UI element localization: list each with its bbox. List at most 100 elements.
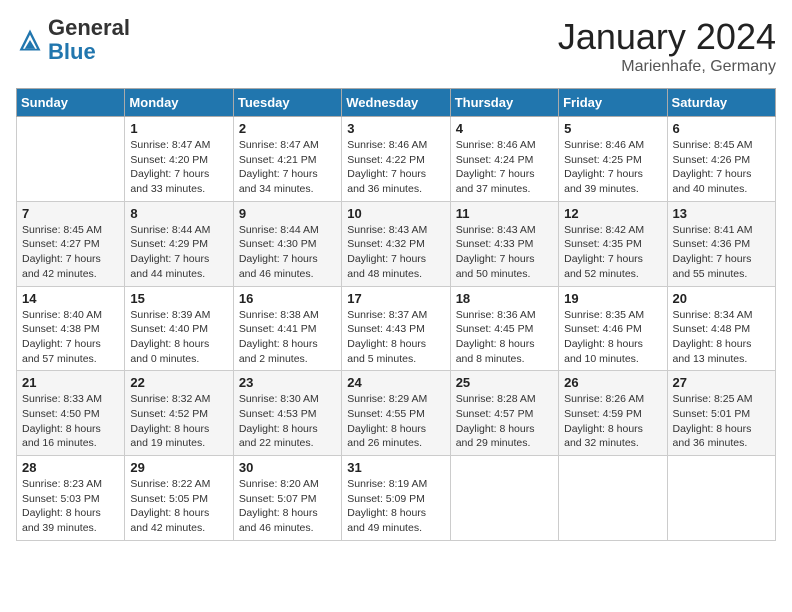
- header-row: SundayMondayTuesdayWednesdayThursdayFrid…: [17, 89, 776, 117]
- day-info: Sunrise: 8:46 AMSunset: 4:24 PMDaylight:…: [456, 138, 553, 197]
- day-cell: [667, 456, 775, 541]
- logo: General Blue: [16, 16, 130, 64]
- day-info: Sunrise: 8:29 AMSunset: 4:55 PMDaylight:…: [347, 392, 444, 451]
- day-number: 16: [239, 291, 336, 306]
- day-number: 24: [347, 375, 444, 390]
- day-number: 8: [130, 206, 227, 221]
- day-cell: 7 Sunrise: 8:45 AMSunset: 4:27 PMDayligh…: [17, 201, 125, 286]
- location: Marienhafe, Germany: [558, 58, 776, 76]
- day-number: 29: [130, 460, 227, 475]
- header-day-tuesday: Tuesday: [233, 89, 341, 117]
- day-info: Sunrise: 8:41 AMSunset: 4:36 PMDaylight:…: [673, 223, 770, 282]
- day-number: 3: [347, 121, 444, 136]
- day-info: Sunrise: 8:45 AMSunset: 4:26 PMDaylight:…: [673, 138, 770, 197]
- day-cell: 19 Sunrise: 8:35 AMSunset: 4:46 PMDaylig…: [559, 286, 667, 371]
- day-info: Sunrise: 8:42 AMSunset: 4:35 PMDaylight:…: [564, 223, 661, 282]
- day-cell: [559, 456, 667, 541]
- day-cell: 30 Sunrise: 8:20 AMSunset: 5:07 PMDaylig…: [233, 456, 341, 541]
- logo-general-text: General: [48, 15, 130, 40]
- day-info: Sunrise: 8:44 AMSunset: 4:30 PMDaylight:…: [239, 223, 336, 282]
- day-cell: 6 Sunrise: 8:45 AMSunset: 4:26 PMDayligh…: [667, 117, 775, 202]
- day-info: Sunrise: 8:26 AMSunset: 4:59 PMDaylight:…: [564, 392, 661, 451]
- header-day-sunday: Sunday: [17, 89, 125, 117]
- day-cell: 15 Sunrise: 8:39 AMSunset: 4:40 PMDaylig…: [125, 286, 233, 371]
- day-cell: 20 Sunrise: 8:34 AMSunset: 4:48 PMDaylig…: [667, 286, 775, 371]
- day-info: Sunrise: 8:40 AMSunset: 4:38 PMDaylight:…: [22, 308, 119, 367]
- day-number: 6: [673, 121, 770, 136]
- day-number: 2: [239, 121, 336, 136]
- day-number: 4: [456, 121, 553, 136]
- day-cell: 25 Sunrise: 8:28 AMSunset: 4:57 PMDaylig…: [450, 371, 558, 456]
- calendar-body: 1 Sunrise: 8:47 AMSunset: 4:20 PMDayligh…: [17, 117, 776, 541]
- day-number: 1: [130, 121, 227, 136]
- logo-blue-text: Blue: [48, 39, 96, 64]
- day-number: 13: [673, 206, 770, 221]
- header-day-saturday: Saturday: [667, 89, 775, 117]
- day-info: Sunrise: 8:45 AMSunset: 4:27 PMDaylight:…: [22, 223, 119, 282]
- day-cell: 13 Sunrise: 8:41 AMSunset: 4:36 PMDaylig…: [667, 201, 775, 286]
- day-cell: 4 Sunrise: 8:46 AMSunset: 4:24 PMDayligh…: [450, 117, 558, 202]
- week-row-4: 21 Sunrise: 8:33 AMSunset: 4:50 PMDaylig…: [17, 371, 776, 456]
- day-number: 7: [22, 206, 119, 221]
- month-title: January 2024: [558, 16, 776, 58]
- day-info: Sunrise: 8:28 AMSunset: 4:57 PMDaylight:…: [456, 392, 553, 451]
- day-number: 21: [22, 375, 119, 390]
- week-row-2: 7 Sunrise: 8:45 AMSunset: 4:27 PMDayligh…: [17, 201, 776, 286]
- calendar-table: SundayMondayTuesdayWednesdayThursdayFrid…: [16, 88, 776, 541]
- header-day-friday: Friday: [559, 89, 667, 117]
- day-info: Sunrise: 8:20 AMSunset: 5:07 PMDaylight:…: [239, 477, 336, 536]
- day-number: 15: [130, 291, 227, 306]
- day-cell: 28 Sunrise: 8:23 AMSunset: 5:03 PMDaylig…: [17, 456, 125, 541]
- header-day-wednesday: Wednesday: [342, 89, 450, 117]
- day-info: Sunrise: 8:36 AMSunset: 4:45 PMDaylight:…: [456, 308, 553, 367]
- day-cell: 12 Sunrise: 8:42 AMSunset: 4:35 PMDaylig…: [559, 201, 667, 286]
- day-info: Sunrise: 8:43 AMSunset: 4:33 PMDaylight:…: [456, 223, 553, 282]
- day-number: 18: [456, 291, 553, 306]
- day-cell: 24 Sunrise: 8:29 AMSunset: 4:55 PMDaylig…: [342, 371, 450, 456]
- day-number: 11: [456, 206, 553, 221]
- day-cell: 21 Sunrise: 8:33 AMSunset: 4:50 PMDaylig…: [17, 371, 125, 456]
- day-info: Sunrise: 8:19 AMSunset: 5:09 PMDaylight:…: [347, 477, 444, 536]
- page-header: General Blue January 2024 Marienhafe, Ge…: [16, 16, 776, 76]
- day-cell: 14 Sunrise: 8:40 AMSunset: 4:38 PMDaylig…: [17, 286, 125, 371]
- day-info: Sunrise: 8:43 AMSunset: 4:32 PMDaylight:…: [347, 223, 444, 282]
- day-cell: 26 Sunrise: 8:26 AMSunset: 4:59 PMDaylig…: [559, 371, 667, 456]
- day-info: Sunrise: 8:33 AMSunset: 4:50 PMDaylight:…: [22, 392, 119, 451]
- day-number: 20: [673, 291, 770, 306]
- day-number: 9: [239, 206, 336, 221]
- day-cell: 8 Sunrise: 8:44 AMSunset: 4:29 PMDayligh…: [125, 201, 233, 286]
- day-cell: 27 Sunrise: 8:25 AMSunset: 5:01 PMDaylig…: [667, 371, 775, 456]
- day-number: 26: [564, 375, 661, 390]
- day-cell: 22 Sunrise: 8:32 AMSunset: 4:52 PMDaylig…: [125, 371, 233, 456]
- day-info: Sunrise: 8:39 AMSunset: 4:40 PMDaylight:…: [130, 308, 227, 367]
- day-cell: 18 Sunrise: 8:36 AMSunset: 4:45 PMDaylig…: [450, 286, 558, 371]
- day-cell: 10 Sunrise: 8:43 AMSunset: 4:32 PMDaylig…: [342, 201, 450, 286]
- day-number: 30: [239, 460, 336, 475]
- week-row-5: 28 Sunrise: 8:23 AMSunset: 5:03 PMDaylig…: [17, 456, 776, 541]
- logo-icon: [16, 26, 44, 54]
- day-cell: 29 Sunrise: 8:22 AMSunset: 5:05 PMDaylig…: [125, 456, 233, 541]
- day-info: Sunrise: 8:23 AMSunset: 5:03 PMDaylight:…: [22, 477, 119, 536]
- day-info: Sunrise: 8:35 AMSunset: 4:46 PMDaylight:…: [564, 308, 661, 367]
- day-number: 27: [673, 375, 770, 390]
- day-number: 28: [22, 460, 119, 475]
- day-cell: 1 Sunrise: 8:47 AMSunset: 4:20 PMDayligh…: [125, 117, 233, 202]
- day-number: 31: [347, 460, 444, 475]
- day-info: Sunrise: 8:46 AMSunset: 4:22 PMDaylight:…: [347, 138, 444, 197]
- day-info: Sunrise: 8:44 AMSunset: 4:29 PMDaylight:…: [130, 223, 227, 282]
- calendar-header: SundayMondayTuesdayWednesdayThursdayFrid…: [17, 89, 776, 117]
- day-cell: 17 Sunrise: 8:37 AMSunset: 4:43 PMDaylig…: [342, 286, 450, 371]
- header-day-thursday: Thursday: [450, 89, 558, 117]
- day-info: Sunrise: 8:37 AMSunset: 4:43 PMDaylight:…: [347, 308, 444, 367]
- day-cell: [17, 117, 125, 202]
- day-cell: 16 Sunrise: 8:38 AMSunset: 4:41 PMDaylig…: [233, 286, 341, 371]
- day-info: Sunrise: 8:46 AMSunset: 4:25 PMDaylight:…: [564, 138, 661, 197]
- day-number: 23: [239, 375, 336, 390]
- day-cell: 23 Sunrise: 8:30 AMSunset: 4:53 PMDaylig…: [233, 371, 341, 456]
- week-row-1: 1 Sunrise: 8:47 AMSunset: 4:20 PMDayligh…: [17, 117, 776, 202]
- day-cell: 5 Sunrise: 8:46 AMSunset: 4:25 PMDayligh…: [559, 117, 667, 202]
- day-number: 22: [130, 375, 227, 390]
- day-info: Sunrise: 8:34 AMSunset: 4:48 PMDaylight:…: [673, 308, 770, 367]
- day-info: Sunrise: 8:25 AMSunset: 5:01 PMDaylight:…: [673, 392, 770, 451]
- day-info: Sunrise: 8:22 AMSunset: 5:05 PMDaylight:…: [130, 477, 227, 536]
